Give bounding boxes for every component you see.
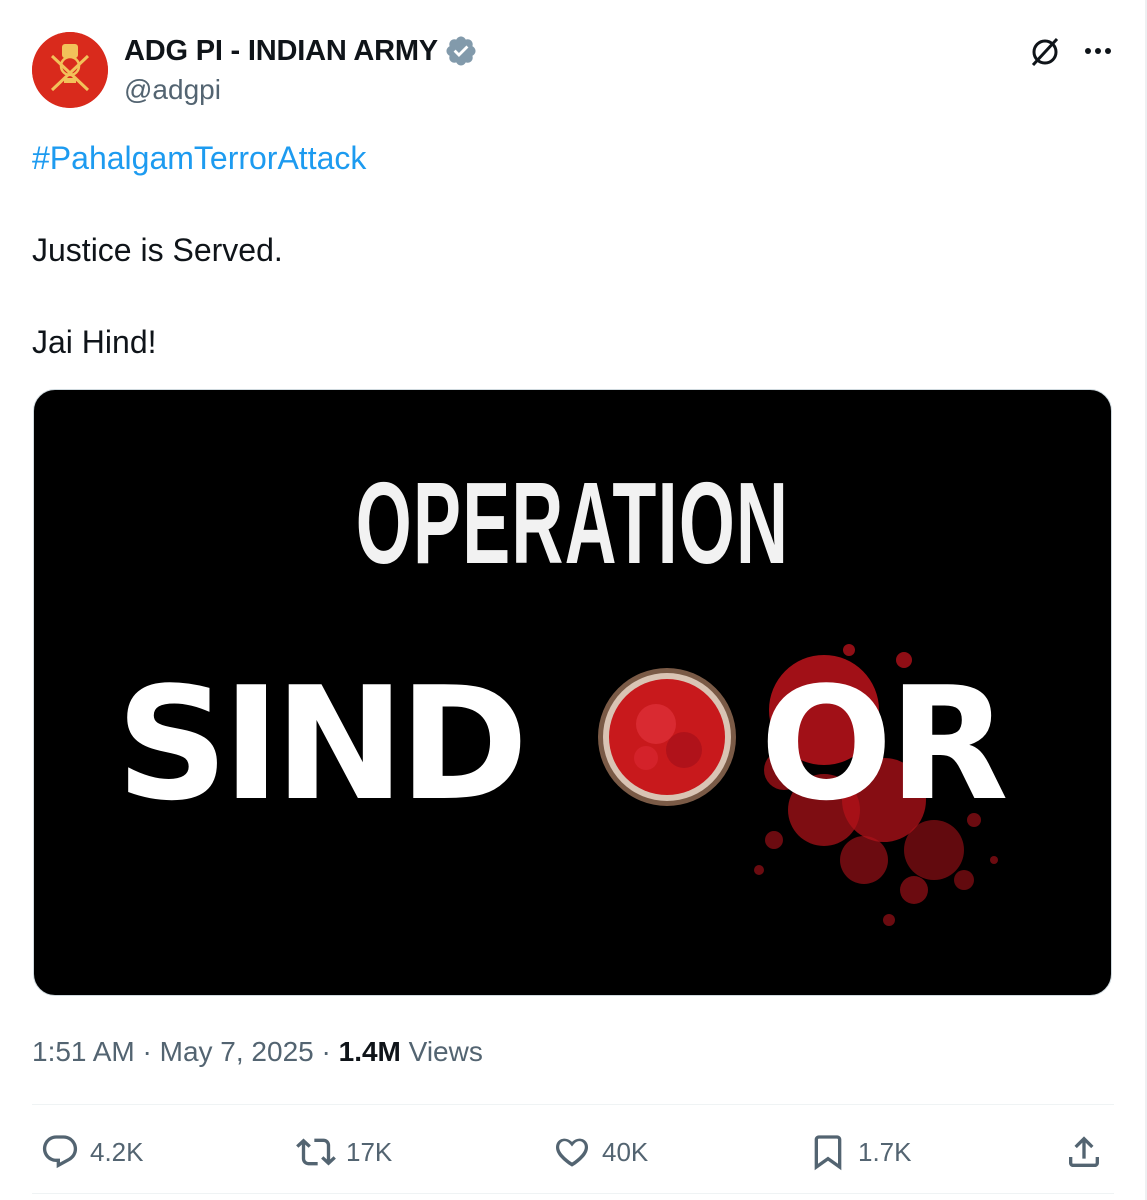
display-name[interactable]: ADG PI - INDIAN ARMY <box>124 35 438 68</box>
repost-count: 17K <box>346 1136 393 1167</box>
tweet-timestamp: 1:51 AM · May 7, 2025 · 1.4M Views <box>32 1036 483 1068</box>
like-icon <box>555 1138 589 1167</box>
media-title-or: OR <box>760 653 1009 835</box>
reply-count: 4.2K <box>90 1136 144 1167</box>
tweet-text-line: Justice is Served. <box>32 232 283 268</box>
tweet-time[interactable]: 1:51 AM <box>32 1036 135 1067</box>
reply-icon <box>42 1135 78 1169</box>
handle[interactable]: @adgpi <box>124 74 221 106</box>
repost-icon <box>296 1138 336 1166</box>
sindoor-bowl-graphic <box>598 668 736 806</box>
divider <box>32 1193 1114 1194</box>
tweet-text-line: Jai Hind! <box>32 324 157 360</box>
divider <box>32 1104 1114 1105</box>
bookmark-button[interactable]: 1.7K <box>808 1124 912 1180</box>
tweet-media-image[interactable]: OPERATION SIND OR <box>33 389 1112 996</box>
army-emblem-icon <box>32 32 108 108</box>
bookmark-count: 1.7K <box>858 1136 912 1167</box>
like-count: 40K <box>602 1136 649 1167</box>
tweet-date[interactable]: May 7, 2025 <box>160 1036 314 1067</box>
repost-button[interactable]: 17K <box>296 1124 392 1180</box>
reply-button[interactable]: 4.2K <box>40 1124 144 1180</box>
tweet-actions-bar: 4.2K 17K 40K 1.7K <box>0 1124 1147 1180</box>
share-icon <box>1069 1136 1099 1167</box>
share-button[interactable] <box>1064 1124 1114 1180</box>
views-count[interactable]: 1.4M <box>339 1036 401 1067</box>
avatar[interactable] <box>32 32 108 108</box>
bookmark-icon <box>814 1135 842 1171</box>
meta-separator: · <box>313 1036 339 1067</box>
media-title-operation: OPERATION <box>355 458 790 588</box>
grok-icon[interactable] <box>1027 34 1063 70</box>
views-label: Views <box>400 1036 483 1067</box>
meta-separator: · <box>134 1036 160 1067</box>
hashtag-link[interactable]: #PahalgamTerrorAttack <box>32 140 366 177</box>
like-button[interactable]: 40K <box>552 1124 648 1180</box>
media-title-sind: SIND <box>116 653 528 835</box>
display-name-row[interactable]: ADG PI - INDIAN ARMY <box>124 34 478 68</box>
verified-badge-icon[interactable] <box>444 34 478 68</box>
more-icon[interactable] <box>1081 34 1115 68</box>
